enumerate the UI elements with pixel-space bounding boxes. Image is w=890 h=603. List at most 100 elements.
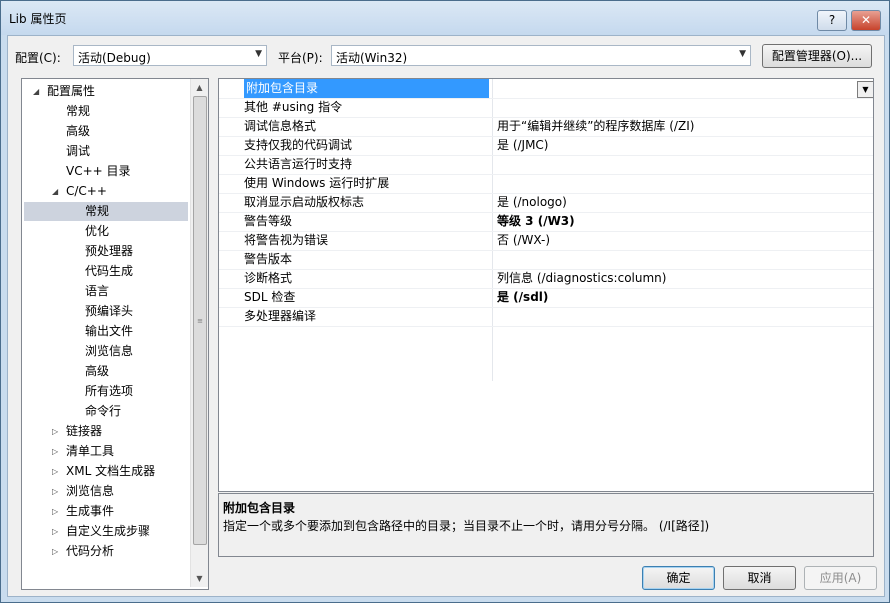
tree-item[interactable]: ◢ 配置属性 — [22, 82, 188, 101]
property-value[interactable]: 等级 3 (/W3) — [495, 212, 575, 231]
property-value[interactable]: 是 (/JMC) — [495, 136, 549, 155]
expand-arrow-icon[interactable]: ▷ — [52, 422, 58, 441]
property-row[interactable]: 多处理器编译 — [219, 307, 873, 327]
tree-item[interactable]: ▷ 清单工具 — [22, 442, 188, 461]
description-title: 附加包含目录 — [223, 501, 296, 515]
tree-item-label: 高级 — [85, 364, 110, 378]
window-title: Lib 属性页 — [9, 12, 67, 26]
scrollbar-thumb[interactable]: ≡ — [193, 96, 207, 545]
property-pages-window: Lib 属性页 ? ✕ 配置(C): 活动(Debug) ▼ 平台(P): 活动… — [0, 0, 890, 603]
property-row[interactable]: 将警告视为错误 否 (/WX-) — [219, 231, 873, 251]
title-bar[interactable]: Lib 属性页 ? ✕ — [1, 1, 889, 35]
tree-item[interactable]: ▷ 链接器 — [22, 422, 188, 441]
tree-item-label: 浏览信息 — [66, 484, 115, 498]
tree-item[interactable]: ▷ 浏览信息 — [22, 482, 188, 501]
property-value[interactable]: 否 (/WX-) — [495, 231, 550, 250]
tree-item[interactable]: 语言 — [22, 282, 188, 301]
tree-item[interactable]: 常规 — [24, 202, 188, 221]
property-value[interactable] — [495, 174, 497, 193]
tree-item-label: 链接器 — [66, 424, 103, 438]
tree-item[interactable]: VC++ 目录 — [22, 162, 188, 181]
property-value[interactable]: 列信息 (/diagnostics:column) — [495, 269, 666, 288]
property-row[interactable]: SDL 检查 是 (/sdl) — [219, 288, 873, 308]
expand-arrow-icon[interactable]: ▷ — [52, 542, 58, 561]
tree-item-label: 预处理器 — [85, 244, 134, 258]
property-name: 多处理器编译 — [244, 309, 317, 323]
tree-item[interactable]: 浏览信息 — [22, 342, 188, 361]
tree-item[interactable]: 预编译头 — [22, 302, 188, 321]
tree-item[interactable]: 预处理器 — [22, 242, 188, 261]
property-row[interactable]: 诊断格式 列信息 (/diagnostics:column) — [219, 269, 873, 289]
property-row[interactable]: 支持仅我的代码调试 是 (/JMC) — [219, 136, 873, 156]
property-tree[interactable]: ▲ ≡ ▼ ◢ 配置属性 常规 高级 调试 VC++ 目录 ◢ C/C++ 常规 优化 预处理器 代码… — [21, 78, 209, 590]
property-value[interactable]: 用于“编辑并继续”的程序数据库 (/ZI) — [495, 117, 694, 136]
scroll-up-icon[interactable]: ▲ — [191, 79, 208, 96]
expand-arrow-icon[interactable]: ▷ — [52, 442, 58, 461]
property-name: 附加包含目录 — [244, 79, 489, 98]
tree-item-label: 浏览信息 — [85, 344, 134, 358]
tree-item[interactable]: ▷ 生成事件 — [22, 502, 188, 521]
property-row[interactable]: 使用 Windows 运行时扩展 — [219, 174, 873, 194]
description-text: 指定一个或多个要添加到包含路径中的目录；当目录不止一个时，请用分号分隔。 (/I… — [223, 519, 710, 533]
tree-item-label: XML 文档生成器 — [66, 464, 156, 478]
property-value[interactable] — [495, 98, 497, 117]
property-row[interactable]: 警告等级 等级 3 (/W3) — [219, 212, 873, 232]
collapse-arrow-icon[interactable]: ◢ — [33, 82, 39, 101]
config-dropdown[interactable]: 活动(Debug) ▼ — [73, 45, 267, 66]
collapse-arrow-icon[interactable]: ◢ — [52, 182, 58, 201]
property-row[interactable]: 调试信息格式 用于“编辑并继续”的程序数据库 (/ZI) — [219, 117, 873, 137]
chevron-down-icon: ▼ — [255, 49, 262, 59]
property-value[interactable] — [495, 79, 497, 98]
config-dropdown-value: 活动(Debug) — [78, 51, 151, 65]
tree-item[interactable]: 代码生成 — [22, 262, 188, 281]
tree-item[interactable]: ▷ 代码分析 — [22, 542, 188, 561]
platform-label: 平台(P): — [278, 51, 323, 65]
property-row[interactable]: 附加包含目录 ▼ — [219, 79, 873, 99]
property-name: 诊断格式 — [244, 271, 293, 285]
tree-item[interactable]: 所有选项 — [22, 382, 188, 401]
expand-arrow-icon[interactable]: ▷ — [52, 482, 58, 501]
property-value[interactable] — [495, 250, 497, 269]
close-button[interactable]: ✕ — [851, 10, 881, 31]
expand-arrow-icon[interactable]: ▷ — [52, 522, 58, 541]
property-name: 支持仅我的代码调试 — [244, 138, 353, 152]
tree-item[interactable]: 常规 — [22, 102, 188, 121]
property-value[interactable]: 是 (/sdl) — [495, 288, 548, 307]
tree-item-label: 语言 — [85, 284, 110, 298]
tree-item[interactable]: 调试 — [22, 142, 188, 161]
expand-arrow-icon[interactable]: ▷ — [52, 462, 58, 481]
tree-item-label: C/C++ — [66, 184, 107, 198]
property-value[interactable]: 是 (/nologo) — [495, 193, 567, 212]
scroll-down-icon[interactable]: ▼ — [191, 570, 208, 587]
platform-dropdown-value: 活动(Win32) — [336, 51, 408, 65]
config-manager-button[interactable]: 配置管理器(O)... — [762, 44, 872, 68]
property-name: 使用 Windows 运行时扩展 — [244, 176, 390, 190]
cancel-button[interactable]: 取消 — [723, 566, 796, 590]
help-button[interactable]: ? — [817, 10, 847, 31]
ok-button[interactable]: 确定 — [642, 566, 715, 590]
tree-item[interactable]: 高级 — [22, 362, 188, 381]
property-grid[interactable]: 附加包含目录 ▼ 其他 #using 指令 调试信息格式 用于“编辑并继续”的程序数据库… — [218, 78, 874, 492]
property-name: 取消显示启动版权标志 — [244, 195, 365, 209]
tree-item[interactable]: 高级 — [22, 122, 188, 141]
apply-button[interactable]: 应用(A) — [804, 566, 877, 590]
property-row[interactable]: 公共语言运行时支持 — [219, 155, 873, 175]
property-row[interactable]: 其他 #using 指令 — [219, 98, 873, 118]
tree-scrollbar[interactable]: ▲ ≡ ▼ — [190, 79, 208, 587]
property-value[interactable] — [495, 155, 497, 174]
expand-arrow-icon[interactable]: ▷ — [52, 502, 58, 521]
property-value[interactable] — [495, 307, 497, 326]
platform-dropdown[interactable]: 活动(Win32) ▼ — [331, 45, 751, 66]
value-dropdown-icon[interactable]: ▼ — [857, 81, 873, 98]
tree-item-label: 预编译头 — [85, 304, 134, 318]
property-name: SDL 检查 — [244, 290, 296, 304]
property-row[interactable]: 取消显示启动版权标志 是 (/nologo) — [219, 193, 873, 213]
property-name: 警告等级 — [244, 214, 293, 228]
tree-item[interactable]: ▷ XML 文档生成器 — [22, 462, 188, 481]
tree-item[interactable]: 输出文件 — [22, 322, 188, 341]
tree-item[interactable]: 优化 — [22, 222, 188, 241]
tree-item[interactable]: 命令行 — [22, 402, 188, 421]
tree-item[interactable]: ▷ 自定义生成步骤 — [22, 522, 188, 541]
tree-item[interactable]: ◢ C/C++ — [22, 182, 188, 201]
property-row[interactable]: 警告版本 — [219, 250, 873, 270]
